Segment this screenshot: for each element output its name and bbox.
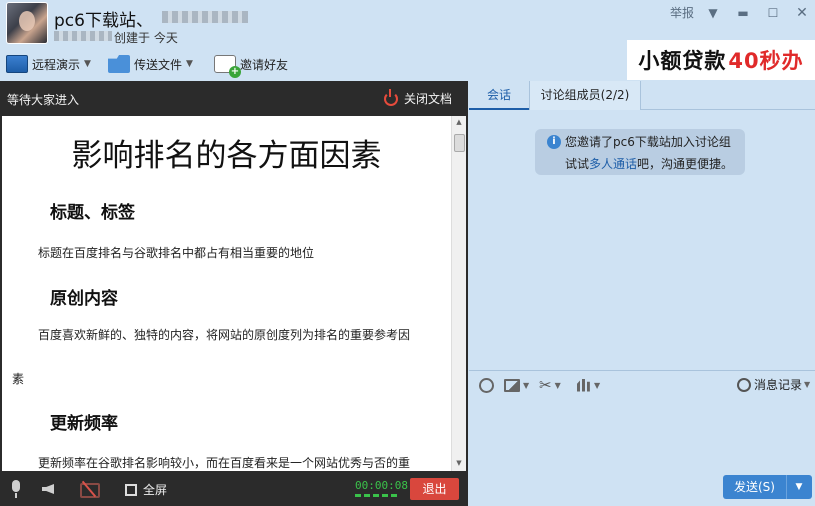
ad-highlight: 40秒办 xyxy=(728,49,804,73)
screenshot-button[interactable]: ✂ ▼ xyxy=(539,376,561,394)
chat-tabs: 会话 讨论组成员(2/2) xyxy=(469,81,815,110)
invite-icon xyxy=(214,55,241,78)
notice-prefix: 试试 xyxy=(565,157,590,171)
chat-title: pc6下载站、 xyxy=(54,11,153,31)
notice-line1: 您邀请了pc6下载站加入讨论组 xyxy=(565,135,731,149)
document-panel: 等待大家进入 关闭文档 影响排名的各方面因素 标题、标签 标题在百度排名与谷歌排… xyxy=(0,81,468,506)
image-button[interactable]: ▼ xyxy=(504,376,529,394)
folder-icon xyxy=(108,55,130,73)
send-button[interactable]: 发送(S) ▼ xyxy=(723,475,812,499)
tab-chat[interactable]: 会话 xyxy=(469,81,529,110)
send-label: 发送(S) xyxy=(723,475,787,499)
document-footer: 全屏 00:00:08 退出 xyxy=(0,471,468,506)
invite-friends-button[interactable]: 邀请好友 xyxy=(214,52,289,78)
tab-members[interactable]: 讨论组成员(2/2) xyxy=(529,81,641,110)
minimize-icon[interactable]: ▬ xyxy=(735,4,751,22)
notice-suffix: 吧，沟通更便捷。 xyxy=(637,157,734,171)
close-icon[interactable]: ✕ xyxy=(794,4,810,22)
title-redacted xyxy=(162,11,248,23)
monitor-icon xyxy=(6,55,28,73)
scissors-icon: ✂ xyxy=(539,376,552,394)
emoji-button[interactable] xyxy=(479,376,494,394)
system-notice: i 您邀请了pc6下载站加入讨论组 试试多人通话吧，沟通更便捷。 xyxy=(535,129,745,175)
scroll-up-icon[interactable]: ▲ xyxy=(454,118,464,126)
section-body: 更新频率在谷歌排名影响较小，而在百度看来是一个网站优秀与否的重 xyxy=(38,456,411,470)
chevron-down-icon: ▼ xyxy=(523,380,530,390)
notice-line2: 试试多人通话吧，沟通更便捷。 xyxy=(565,154,733,175)
creator-redacted xyxy=(54,31,112,41)
section-body-cont: 素 xyxy=(12,372,25,386)
document-scrollbar[interactable]: ▲ ▼ xyxy=(451,116,466,471)
fullscreen-button[interactable]: 全屏 xyxy=(125,481,167,498)
call-timer: 00:00:08 xyxy=(355,479,408,492)
ad-text: 小额贷款 xyxy=(638,49,727,73)
message-history-button[interactable]: 消息记录 ▼ xyxy=(737,376,810,393)
remote-demo-label: 远程演示 xyxy=(32,57,81,72)
message-history-label: 消息记录 xyxy=(754,378,803,392)
chevron-down-icon: ▼ xyxy=(804,380,811,389)
remote-demo-button[interactable]: 远程演示 ▼ xyxy=(6,52,91,76)
document-header: 等待大家进入 关闭文档 xyxy=(0,81,468,116)
section-heading: 更新频率 xyxy=(50,414,118,434)
image-icon xyxy=(504,378,520,392)
speaker-icon[interactable] xyxy=(42,480,56,496)
bar-chart-icon xyxy=(577,378,590,392)
clock-icon xyxy=(737,377,751,392)
chevron-down-icon[interactable]: ▼ xyxy=(705,4,721,22)
section-heading: 标题、标签 xyxy=(50,203,135,223)
chat-panel: 会话 讨论组成员(2/2) i 您邀请了pc6下载站加入讨论组 试试多人通话吧，… xyxy=(469,81,815,506)
multi-call-link[interactable]: 多人通话 xyxy=(589,157,637,171)
camera-off-icon[interactable] xyxy=(80,480,100,498)
power-icon xyxy=(384,88,398,106)
invite-friends-label: 邀请好友 xyxy=(240,57,289,72)
fullscreen-icon xyxy=(125,483,137,496)
info-icon: i xyxy=(547,135,561,149)
report-button[interactable]: 举报 xyxy=(668,4,696,22)
maximize-icon[interactable]: ☐ xyxy=(765,4,781,22)
scroll-down-icon[interactable]: ▼ xyxy=(454,459,464,467)
smile-icon xyxy=(479,377,494,393)
signal-indicator xyxy=(355,494,399,497)
chevron-down-icon: ▼ xyxy=(554,380,561,390)
waiting-status: 等待大家进入 xyxy=(7,93,80,107)
ad-banner[interactable]: 小额贷款 40秒办 xyxy=(627,40,815,80)
fullscreen-label: 全屏 xyxy=(143,483,168,497)
microphone-icon[interactable] xyxy=(10,480,22,498)
exit-button[interactable]: 退出 xyxy=(410,478,459,500)
close-document-label: 关闭文档 xyxy=(404,92,453,106)
document-page[interactable]: 影响排名的各方面因素 标题、标签 标题在百度排名与谷歌排名中都占有相当重要的地位… xyxy=(2,116,451,471)
section-heading: 原创内容 xyxy=(50,289,118,309)
send-file-button[interactable]: 传送文件 ▼ xyxy=(108,52,193,76)
chevron-down-icon: ▼ xyxy=(186,59,193,69)
created-text: 创建于 今天 xyxy=(114,31,178,45)
close-document-button[interactable]: 关闭文档 xyxy=(384,88,453,107)
section-body: 百度喜欢新鲜的、独特的内容，将网站的原创度列为排名的重要参考因 xyxy=(38,328,411,342)
chevron-down-icon: ▼ xyxy=(84,59,91,69)
chevron-down-icon: ▼ xyxy=(594,380,601,390)
chart-button[interactable]: ▼ xyxy=(577,376,600,394)
scroll-thumb[interactable] xyxy=(454,134,465,152)
group-avatar[interactable] xyxy=(6,2,48,44)
input-toolbar: ▼ ✂ ▼ ▼ 消息记录 ▼ xyxy=(469,370,815,398)
section-body: 标题在百度排名与谷歌排名中都占有相当重要的地位 xyxy=(38,246,315,260)
document-title: 影响排名的各方面因素 xyxy=(71,138,382,174)
chevron-down-icon[interactable]: ▼ xyxy=(787,475,811,499)
send-file-label: 传送文件 xyxy=(134,57,183,72)
